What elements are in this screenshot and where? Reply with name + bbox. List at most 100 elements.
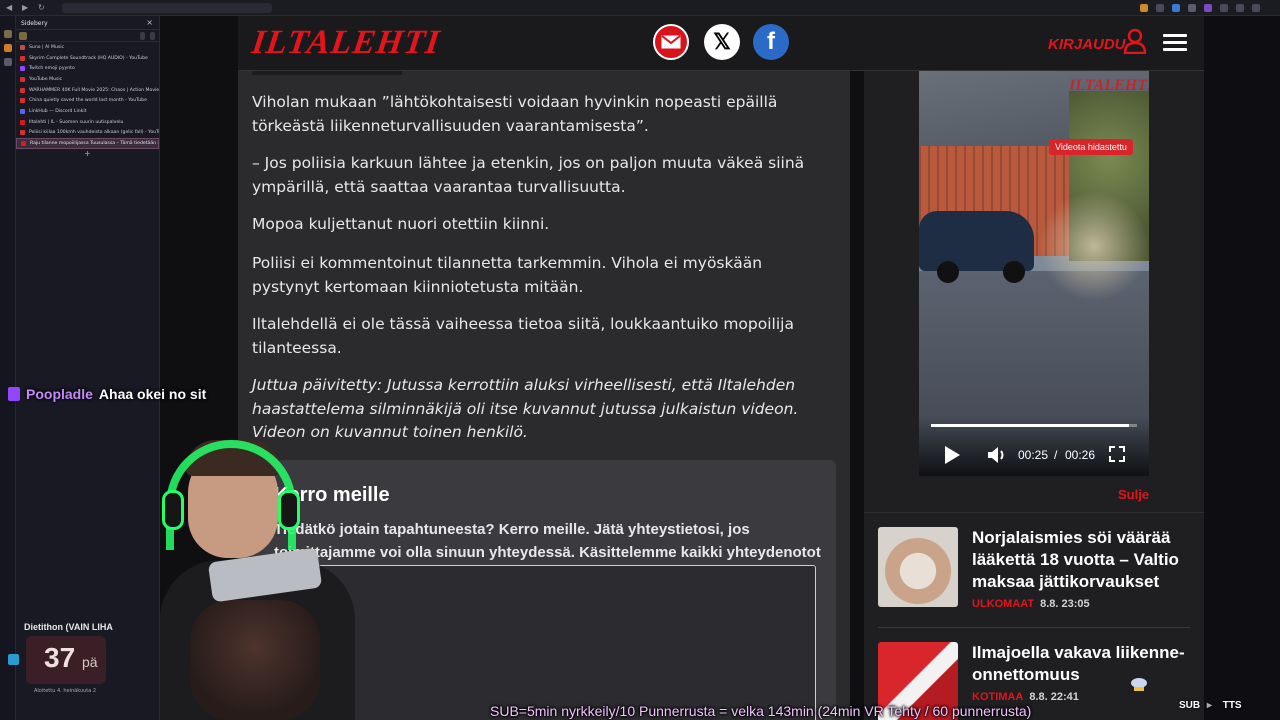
favicon-icon [20, 55, 25, 61]
news-category[interactable]: ULKOMAAT [972, 598, 1034, 610]
tab-label: Raju tilanne mopoiilijassa Tuusulassa – … [30, 141, 159, 147]
video-watermark: ILTALEHTI [1069, 77, 1149, 94]
favicon-icon [21, 141, 26, 147]
extension-icon[interactable] [1236, 4, 1244, 12]
site-logo[interactable]: ILTALEHTI [249, 24, 442, 62]
news-meta: KOTIMAA 8.8. 22:41 [972, 691, 1079, 703]
widget-icon [8, 654, 19, 665]
site-header: ILTALEHTI 𝕏 f KIRJAUDU [238, 16, 1204, 71]
article-paragraph: Viholan mukaan ”lähtökohtaisesti voidaan… [252, 93, 778, 135]
right-column: ILTALEHTI Videota hidastettu 00:25 / 00:… [864, 71, 1204, 720]
alert-bell-icon [1131, 678, 1147, 691]
panel-icon[interactable] [4, 44, 12, 52]
streamer-webcam [160, 440, 355, 720]
news-category[interactable]: KOTIMAA [972, 691, 1023, 703]
fullscreen-icon[interactable] [1109, 446, 1125, 462]
feedback-textarea[interactable] [274, 565, 816, 720]
menu-icon[interactable] [1252, 4, 1260, 12]
favicon-icon [20, 108, 25, 114]
panel-icon[interactable] [4, 58, 12, 66]
extension-icon[interactable] [1140, 4, 1148, 12]
sidebar-tab[interactable]: LinkHub — Discord Linkit [16, 106, 159, 117]
chat-username: Poopladle [26, 386, 93, 402]
extension-icon[interactable] [1220, 4, 1228, 12]
sub-goal-banner: SUB=5min nyrkkeily/10 Punnerrusta = velk… [490, 703, 1032, 719]
news-date: 8.8. 22:41 [1029, 691, 1079, 703]
tab-label: Iltalehti | IL - Suomen suurin uutispalv… [29, 119, 124, 125]
article-paragraph: Mopoa kuljettanut nuori otettiin kiinni. [252, 215, 550, 233]
tab-list: Suno | AI Music Skyrim Complete Soundtrac… [16, 42, 159, 149]
panel-icon[interactable] [4, 30, 12, 38]
back-icon[interactable]: ◀ [6, 4, 14, 12]
share-x-button[interactable]: 𝕏 [704, 24, 740, 60]
diet-counter-number: 37 [44, 642, 76, 673]
video-player[interactable]: ILTALEHTI Videota hidastettu 00:25 / 00:… [919, 71, 1149, 476]
tab-label: LinkHub — Discord Linkit [29, 108, 87, 114]
login-link[interactable]: KIRJAUDU [1048, 36, 1126, 53]
share-facebook-button[interactable]: f [753, 24, 789, 60]
sidebar-tab[interactable]: Raju tilanne mopoiilijassa Tuusulassa – … [16, 138, 159, 149]
sidebery-panel: Sidebery × Suno | AI Music Skyrim Complet… [16, 16, 160, 720]
sidebar-tab[interactable]: China quietly saved the world last month… [16, 95, 159, 106]
address-bar[interactable] [62, 3, 272, 13]
volume-icon[interactable] [987, 446, 1007, 464]
share-email-button[interactable] [653, 24, 689, 60]
forward-icon[interactable]: ▶ [22, 4, 30, 12]
favicon-icon [20, 76, 25, 82]
close-video-link[interactable]: Sulje [1118, 487, 1149, 502]
mail-icon [661, 35, 681, 49]
settings-icon[interactable] [140, 32, 145, 40]
panel-switch-icon[interactable] [19, 32, 27, 40]
sidebar-tab[interactable]: YouTube Music [16, 74, 159, 85]
article-paragraph: – Jos poliisia karkuun lähtee ja etenkin… [252, 154, 805, 196]
news-card[interactable]: Norjalaismies söi väärää lääkettä 18 vuo… [878, 527, 1192, 610]
diet-widget-label: Dietithon (VAIN LIHA [24, 622, 113, 632]
x-icon: 𝕏 [713, 29, 731, 54]
tab-label: Suno | AI Music [29, 44, 65, 50]
chat-text: Ahaa okei no sit [98, 386, 207, 402]
sidebery-header: Sidebery × [16, 16, 159, 30]
sidebery-title: Sidebery [21, 20, 48, 27]
tab-label: Skyrim Complete Soundtrack (HQ AUDIO) - … [29, 55, 148, 61]
extension-icon[interactable] [1172, 4, 1180, 12]
slow-motion-badge: Videota hidastettu [1049, 139, 1133, 155]
tab-label: YouTube Music [29, 76, 63, 82]
article-paragraph: Iltalehdellä ei ole tässä vaiheessa tiet… [252, 315, 794, 357]
sidebar-tab[interactable]: Twitch emoji pyynto [16, 63, 159, 74]
sidebar-tab[interactable]: Skyrim Complete Soundtrack (HQ AUDIO) - … [16, 53, 159, 64]
sidebery-toolbar [16, 30, 159, 42]
extension-icon[interactable] [1204, 4, 1212, 12]
menu-button[interactable] [1163, 34, 1187, 52]
video-progress-bar[interactable] [931, 424, 1137, 427]
tab-label: Twitch emoji pyynto [29, 66, 75, 72]
tab-label: WARHAMMER 40K Full Movie 2025: Chaos | A… [29, 87, 159, 93]
diet-widget-footer: Aloitettu 4. heinäkuuta 2 [34, 688, 97, 694]
tab-label: Poliisi kiilaa 100kmh vauhdeista alkaan … [29, 130, 159, 136]
sidebar-tab[interactable]: Iltalehti | IL - Suomen suurin uutispalv… [16, 117, 159, 128]
sidebar-tab[interactable]: WARHAMMER 40K Full Movie 2025: Chaos | A… [16, 85, 159, 96]
news-thumbnail[interactable] [878, 527, 958, 607]
play-icon[interactable] [945, 446, 960, 464]
close-icon[interactable]: × [146, 18, 153, 27]
video-duration: 00:26 [1065, 448, 1096, 462]
settings-icon[interactable] [150, 32, 155, 40]
user-lock-icon[interactable] [1123, 28, 1147, 54]
cropped-text-line [252, 71, 402, 75]
diet-counter: 37 pä [26, 636, 106, 684]
sub-tts-indicator: SUB ▸ TTS [1179, 700, 1242, 711]
tts-label: TTS [1222, 700, 1242, 711]
sidebar-tab[interactable]: Suno | AI Music [16, 42, 159, 53]
favicon-icon [20, 44, 25, 50]
screen: ◀ ▶ ↻ Sidebery × Suno | AI Music Skyrim C… [0, 0, 1280, 720]
extension-icon[interactable] [1156, 4, 1164, 12]
extension-icon[interactable] [1188, 4, 1196, 12]
new-tab-button[interactable]: + [16, 149, 159, 159]
reload-icon[interactable]: ↻ [38, 4, 46, 12]
news-meta: ULKOMAAT 8.8. 23:05 [972, 598, 1090, 610]
sidebar-tab[interactable]: Poliisi kiilaa 100kmh vauhdeista alkaan … [16, 128, 159, 139]
favicon-icon [20, 119, 25, 125]
browser-toolbar: ◀ ▶ ↻ [0, 0, 1280, 16]
news-title[interactable]: Ilmajoella vakava liikenne-onnettomuus [972, 642, 1192, 686]
news-title[interactable]: Norjalaismies söi väärää lääkettä 18 vuo… [972, 527, 1192, 593]
diet-counter-unit: pä [82, 654, 98, 670]
